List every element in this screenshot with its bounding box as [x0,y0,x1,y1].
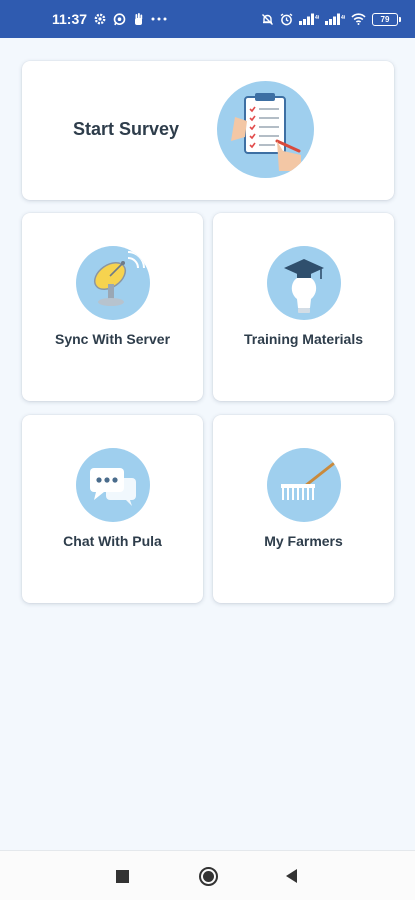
status-time: 11:37 [52,11,88,27]
svg-text:4G: 4G [341,15,345,21]
my-farmers-label: My Farmers [264,533,343,549]
svg-text:4G: 4G [315,15,319,21]
battery-indicator: 79 [372,12,401,26]
rake-icon [267,448,341,522]
whatsapp-icon [113,12,126,26]
sync-with-server-label: Sync With Server [54,331,171,347]
gear-icon [94,13,106,25]
satellite-dish-icon [76,246,150,320]
status-bar-left: 11:37 [52,11,167,27]
status-bar-right: 4G 4G 79 [261,12,401,26]
training-materials-label: Training Materials [243,331,364,347]
chat-bubbles-icon [76,448,150,522]
sync-with-server-card[interactable]: Sync With Server [22,213,203,401]
mute-bell-icon [261,13,274,26]
back-button[interactable] [286,869,297,883]
status-bar: 11:37 4G 4G 79 [0,0,415,38]
start-survey-card[interactable]: Start Survey [22,61,394,200]
navigation-bar [0,850,415,900]
graduation-bulb-icon [267,246,341,320]
more-icon [151,17,167,21]
chat-with-pula-card[interactable]: Chat With Pula [22,415,203,603]
clipboard-checklist-icon [217,81,314,178]
home-button[interactable] [199,867,218,886]
my-farmers-card[interactable]: My Farmers [213,415,394,603]
chat-with-pula-label: Chat With Pula [63,533,162,549]
hand-icon [133,12,144,26]
alarm-icon [280,12,293,26]
signal-icon: 4G [325,13,345,25]
signal-icon: 4G [299,13,319,25]
training-materials-card[interactable]: Training Materials [213,213,394,401]
recents-button[interactable] [116,870,129,883]
start-survey-label: Start Survey [73,119,180,139]
wifi-icon [351,13,366,25]
